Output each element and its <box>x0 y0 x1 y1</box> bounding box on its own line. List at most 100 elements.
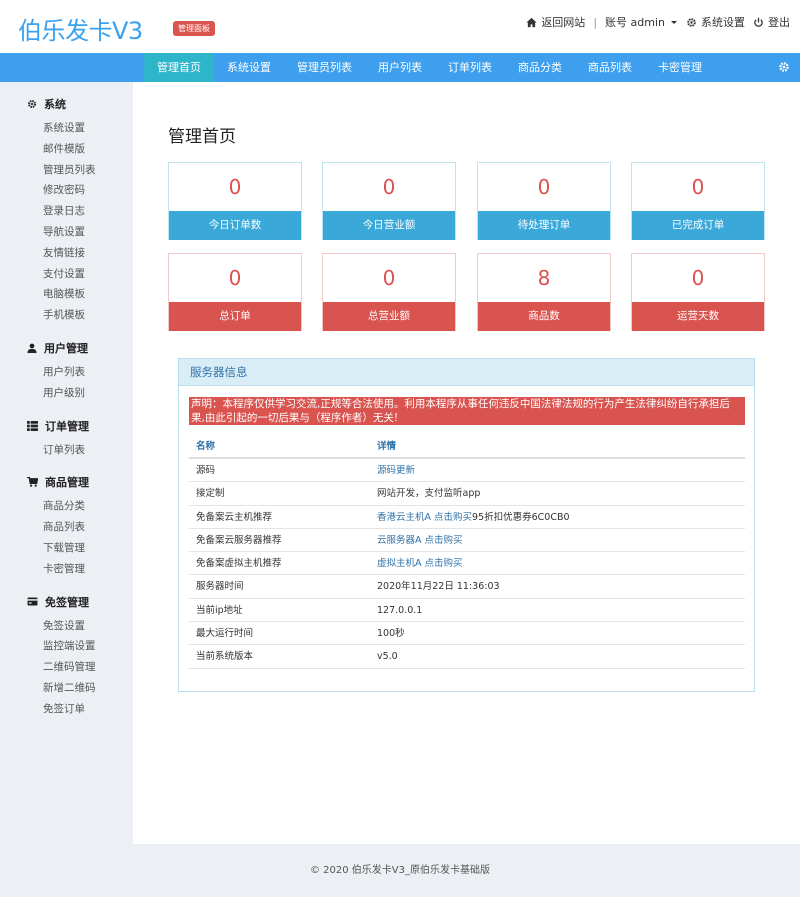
nav-item-product-list[interactable]: 商品列表 <box>575 53 645 82</box>
sidebar-head-label: 系统 <box>44 98 66 111</box>
table-row: 接定制 网站开发，支付监听app <box>189 482 745 506</box>
hk-cloud-host-link[interactable]: 香港云主机A 点击购买 <box>377 512 472 523</box>
stat-card-total-orders[interactable]: 0 总订单 <box>168 253 302 331</box>
sidebar-head-label: 商品管理 <box>45 476 89 490</box>
sidebar-item-change-password[interactable]: 修改密码 <box>0 180 133 201</box>
table-row: 免备案云服务器推荐 云服务器A 点击购买 <box>189 529 745 553</box>
sidebar-item-admin-list[interactable]: 管理员列表 <box>0 160 133 181</box>
footer-copyright: © 2020 伯乐发卡V3_原伯乐发卡基础版 <box>309 865 490 876</box>
row-detail: 127.0.0.1 <box>377 604 423 616</box>
row-detail: 100秒 <box>377 628 405 640</box>
gear-icon <box>687 17 696 27</box>
stat-value: 0 <box>691 175 705 199</box>
sidebar-item-order-list[interactable]: 订单列表 <box>0 440 133 461</box>
stat-label: 运营天数 <box>632 302 764 331</box>
sidebar-head-products: 商品管理 <box>0 474 133 490</box>
power-icon <box>754 17 763 27</box>
row-name: 接定制 <box>196 488 225 500</box>
sidebar-item-mail-template[interactable]: 邮件模版 <box>0 139 133 160</box>
logout-link[interactable]: 登出 <box>753 14 790 30</box>
cloud-server-link[interactable]: 云服务器A 点击购买 <box>377 535 463 546</box>
table-row: 当前ip地址 127.0.0.1 <box>189 599 745 623</box>
table-row: 服务器时间 2020年11月22日 11:36:03 <box>189 575 745 599</box>
sidebar-item-nav-settings[interactable]: 导航设置 <box>0 222 133 243</box>
stat-card-pending-orders[interactable]: 0 待处理订单 <box>477 162 611 240</box>
sidebar-item-pc-template[interactable]: 电脑模板 <box>0 284 133 305</box>
nav-item-card-keys[interactable]: 卡密管理 <box>645 53 715 82</box>
row-name: 当前ip地址 <box>196 604 243 616</box>
sidebar-item-system-settings[interactable]: 系统设置 <box>0 118 133 139</box>
user-icon <box>27 343 37 353</box>
virtual-host-link[interactable]: 虚拟主机A 点击购买 <box>377 558 463 569</box>
stat-value: 0 <box>382 266 396 290</box>
sidebar-item-categories[interactable]: 商品分类 <box>0 496 133 517</box>
nav-item-order-list[interactable]: 订单列表 <box>435 53 505 82</box>
stat-card-operating-days[interactable]: 0 运营天数 <box>631 253 765 331</box>
stat-card-total-revenue[interactable]: 0 总营业额 <box>322 253 456 331</box>
header-separator: | <box>593 15 598 29</box>
sidebar-item-user-list[interactable]: 用户列表 <box>0 362 133 383</box>
sidebar-item-login-log[interactable]: 登录日志 <box>0 201 133 222</box>
sidebar-item-user-level[interactable]: 用户级别 <box>0 383 133 404</box>
sidebar-group-users: 用户管理 用户列表 用户级别 <box>0 340 133 404</box>
disclaimer-notice: 声明：本程序仅供学习交流,正规等合法使用。利用本程序从事任何违反中国法律法规的行… <box>189 397 745 425</box>
top-right-links: 返回网站 | 账号 admin 系统设置 登出 <box>518 14 790 30</box>
panel-title: 服务器信息 <box>179 359 754 386</box>
sidebar-item-qrcode-manage[interactable]: 二维码管理 <box>0 657 133 678</box>
stat-label: 商品数 <box>478 302 610 331</box>
row-detail: 2020年11月22日 11:36:03 <box>377 581 500 593</box>
account-label: 账号 admin <box>605 16 665 29</box>
caret-down-icon <box>671 21 677 24</box>
sidebar-item-card-keys[interactable]: 卡密管理 <box>0 559 133 580</box>
sidebar-item-downloads[interactable]: 下载管理 <box>0 538 133 559</box>
stat-value: 0 <box>228 266 242 290</box>
system-settings-link[interactable]: 系统设置 <box>686 14 745 30</box>
stat-card-product-count[interactable]: 8 商品数 <box>477 253 611 331</box>
home-icon <box>526 17 537 27</box>
stat-value: 8 <box>537 266 551 290</box>
stat-card-today-revenue[interactable]: 0 今日营业额 <box>322 162 456 240</box>
column-header-detail: 详情 <box>377 441 397 452</box>
table-row: 源码 源码更新 <box>189 459 745 483</box>
row-name: 免备案虚拟主机推荐 <box>196 558 282 570</box>
system-settings-label: 系统设置 <box>701 16 745 29</box>
sidebar-item-monitor-settings[interactable]: 监控端设置 <box>0 636 133 657</box>
footer: © 2020 伯乐发卡V3_原伯乐发卡基础版 <box>0 844 800 897</box>
main-nav: 管理首页 系统设置 管理员列表 用户列表 订单列表 商品分类 商品列表 卡密管理 <box>0 53 800 82</box>
gear-icon <box>28 100 36 108</box>
site-logo[interactable]: 伯乐发卡V3 <box>18 11 143 46</box>
table-header: 名称 详情 <box>189 435 745 459</box>
stat-value: 0 <box>691 266 705 290</box>
nav-item-system-settings[interactable]: 系统设置 <box>214 53 284 82</box>
account-dropdown[interactable]: 账号 admin <box>605 14 678 30</box>
sidebar-item-free-sign-settings[interactable]: 免签设置 <box>0 616 133 637</box>
sidebar-item-mobile-template[interactable]: 手机模板 <box>0 305 133 326</box>
sidebar-head-label: 免签管理 <box>45 595 89 609</box>
table-row: 最大运行时间 100秒 <box>189 622 745 646</box>
nav-gear-icon[interactable] <box>778 61 790 73</box>
back-site-label: 返回网站 <box>541 16 586 29</box>
sidebar-item-add-qrcode[interactable]: 新增二维码 <box>0 678 133 699</box>
stat-card-today-orders[interactable]: 0 今日订单数 <box>168 162 302 240</box>
table-row: 免备案虚拟主机推荐 虚拟主机A 点击购买 <box>189 552 745 576</box>
row-name: 免备案云服务器推荐 <box>196 534 282 546</box>
row-name: 源码 <box>196 465 216 476</box>
sidebar-item-product-list[interactable]: 商品列表 <box>0 517 133 538</box>
list-icon <box>27 420 38 431</box>
sidebar-item-payment-settings[interactable]: 支付设置 <box>0 264 133 285</box>
source-update-link[interactable]: 源码更新 <box>377 465 415 476</box>
table-row: 免备案云主机推荐 香港云主机A 点击购买95折扣优惠券6C0CB0 <box>189 506 745 529</box>
row-detail: 网站开发，支付监听app <box>377 488 481 500</box>
logout-label: 登出 <box>768 16 790 29</box>
nav-item-categories[interactable]: 商品分类 <box>505 53 575 82</box>
nav-item-dashboard[interactable]: 管理首页 <box>144 53 214 82</box>
stat-card-completed-orders[interactable]: 0 已完成订单 <box>631 162 765 240</box>
row-detail: 95折扣优惠券6C0CB0 <box>472 511 570 523</box>
sidebar-head-users: 用户管理 <box>0 340 133 356</box>
sidebar-item-free-sign-orders[interactable]: 免签订单 <box>0 699 133 720</box>
sidebar-head-free-sign: 免签管理 <box>0 594 133 610</box>
nav-item-user-list[interactable]: 用户列表 <box>365 53 435 82</box>
back-site-link[interactable]: 返回网站 <box>526 14 585 30</box>
nav-item-admin-list[interactable]: 管理员列表 <box>284 53 365 82</box>
sidebar-item-friend-links[interactable]: 友情链接 <box>0 243 133 264</box>
